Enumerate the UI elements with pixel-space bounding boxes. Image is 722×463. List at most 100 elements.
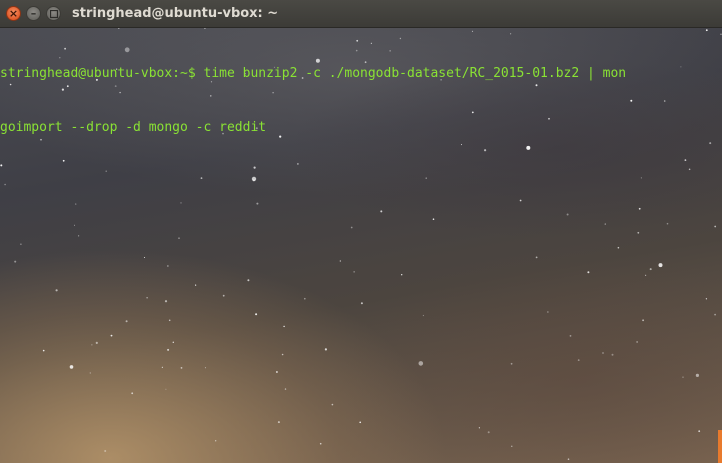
scroll-indicator[interactable] <box>718 430 722 463</box>
close-button[interactable]: × <box>6 6 21 21</box>
star <box>42 349 45 352</box>
star <box>432 218 435 220</box>
star <box>666 222 669 225</box>
star <box>359 421 362 424</box>
star <box>69 365 74 369</box>
star <box>698 430 701 433</box>
star <box>637 231 640 234</box>
star <box>144 257 145 258</box>
star <box>125 320 128 323</box>
star <box>331 403 334 406</box>
star <box>178 237 180 239</box>
star <box>642 319 644 322</box>
star <box>255 313 258 316</box>
star <box>360 302 363 305</box>
star <box>636 341 638 343</box>
star <box>247 279 250 282</box>
star <box>695 373 700 377</box>
star <box>104 450 107 452</box>
star <box>547 311 549 313</box>
star <box>640 177 643 179</box>
star <box>511 445 513 447</box>
star <box>535 256 538 259</box>
star <box>577 359 580 361</box>
star <box>200 177 203 180</box>
title-bar[interactable]: × – stringhead@ubuntu-vbox: ~ <box>0 0 722 28</box>
star <box>165 388 167 390</box>
star <box>195 284 197 286</box>
star <box>324 348 327 351</box>
star <box>89 372 92 374</box>
star <box>161 366 163 368</box>
star <box>350 226 353 229</box>
star <box>569 335 572 337</box>
star <box>339 260 341 262</box>
star <box>380 210 383 213</box>
maximize-button[interactable] <box>46 6 61 21</box>
minimize-icon: – <box>30 7 37 20</box>
star <box>78 235 80 237</box>
star <box>510 362 513 365</box>
star <box>401 274 403 276</box>
star <box>146 297 148 299</box>
star <box>353 271 355 273</box>
star <box>74 224 75 226</box>
star <box>604 223 606 225</box>
terminal-output[interactable]: stringhead@ubuntu-vbox:~$ time bunzip2 -… <box>0 29 722 173</box>
star <box>131 392 134 395</box>
star <box>658 263 663 268</box>
star <box>611 353 614 356</box>
star <box>180 202 182 204</box>
star <box>256 202 259 205</box>
star <box>714 313 716 316</box>
star <box>705 298 708 300</box>
window-title: stringhead@ubuntu-vbox: ~ <box>72 6 279 21</box>
star <box>617 246 620 249</box>
star <box>281 353 284 356</box>
star <box>164 300 168 303</box>
star <box>682 376 684 378</box>
star <box>167 348 170 351</box>
star <box>4 183 6 186</box>
star <box>478 427 480 429</box>
star <box>587 271 590 274</box>
star <box>222 294 225 297</box>
terminal-window: × – stringhead@ubuntu-vbox: ~ stringhead… <box>0 0 722 463</box>
star <box>319 442 322 445</box>
star <box>14 260 17 263</box>
star <box>487 431 490 434</box>
star <box>304 297 306 300</box>
star <box>519 199 522 202</box>
star <box>95 341 98 344</box>
star <box>645 274 647 276</box>
star <box>714 225 717 228</box>
star <box>110 334 113 337</box>
star <box>638 207 641 210</box>
star <box>20 243 22 245</box>
star <box>284 388 287 390</box>
star <box>422 314 424 317</box>
star <box>275 371 278 373</box>
star <box>602 352 604 354</box>
star <box>567 458 570 461</box>
star <box>75 203 77 205</box>
star <box>180 367 183 369</box>
terminal-area[interactable]: stringhead@ubuntu-vbox:~$ time bunzip2 -… <box>0 28 722 463</box>
star <box>649 268 652 271</box>
star <box>425 177 427 179</box>
star <box>566 213 569 216</box>
star <box>167 265 169 267</box>
maximize-icon <box>49 9 58 18</box>
terminal-line-command: stringhead@ubuntu-vbox:~$ time bunzip2 -… <box>0 66 627 81</box>
star <box>283 325 285 328</box>
terminal-line-continuation: goimport --drop -d mongo -c reddit <box>0 120 267 135</box>
star <box>418 361 424 366</box>
minimize-button[interactable]: – <box>26 6 41 21</box>
star <box>168 319 171 322</box>
star <box>215 440 217 442</box>
star <box>204 367 206 369</box>
star <box>277 421 280 424</box>
star <box>91 344 93 346</box>
star <box>251 176 257 182</box>
star <box>172 341 174 343</box>
